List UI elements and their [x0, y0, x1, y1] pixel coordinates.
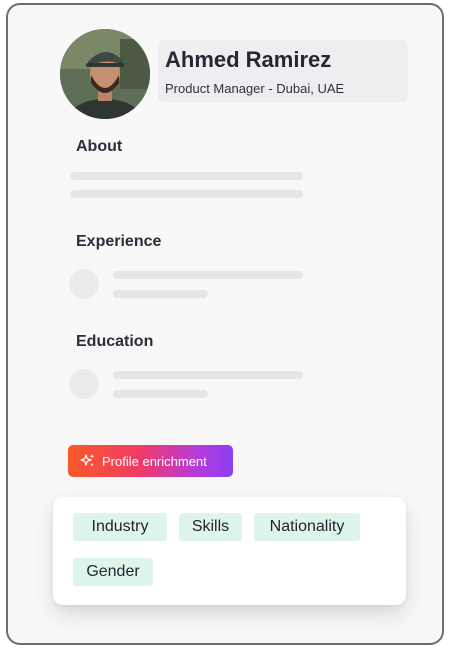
profile-name: Ahmed Ramirez [165, 47, 332, 72]
tag-skills[interactable]: Skills [179, 513, 242, 541]
experience-placeholder-line [113, 290, 208, 298]
role-separator: - [264, 81, 277, 96]
education-placeholder-line [113, 390, 208, 398]
profile-location: Dubai, UAE [276, 81, 345, 96]
about-placeholder-line [70, 190, 303, 198]
experience-heading: Experience [76, 233, 162, 250]
sparkles-icon [80, 454, 95, 467]
tag-industry[interactable]: Industry [73, 513, 167, 541]
education-heading: Education [76, 333, 154, 350]
tag-gender[interactable]: Gender [73, 558, 153, 586]
profile-role: Product Manager [165, 81, 265, 96]
education-placeholder-line [113, 371, 303, 379]
tag-nationality[interactable]: Nationality [254, 513, 360, 541]
profile-enrichment-label: Profile enrichment [102, 453, 207, 469]
experience-placeholder-line [113, 271, 303, 279]
experience-placeholder-logo [69, 269, 99, 299]
avatar-photo [60, 29, 150, 119]
profile-subtitle: Product Manager - Dubai, UAE [165, 81, 344, 96]
avatar [60, 29, 150, 119]
education-placeholder-logo [69, 369, 99, 399]
about-heading: About [76, 138, 123, 155]
profile-enrichment-button[interactable]: Profile enrichment [68, 445, 233, 477]
about-placeholder-line [70, 172, 303, 180]
enrichment-tags-panel: Industry Skills Nationality Gender [53, 497, 406, 605]
